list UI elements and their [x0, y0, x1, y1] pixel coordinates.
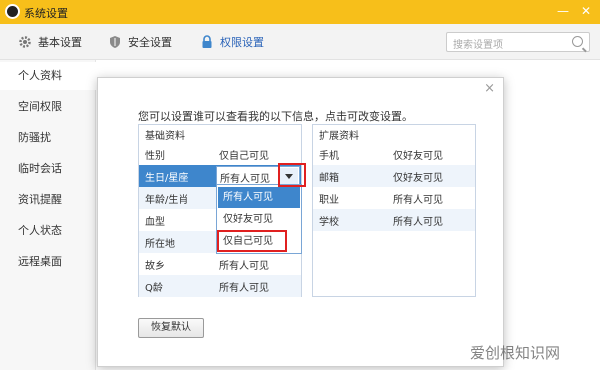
settings-toolbar: 基本设置 安全设置 权限设置 搜索设置项 — [0, 24, 600, 60]
table-row[interactable]: Q龄 所有人可见 — [139, 275, 301, 297]
tab-security-settings[interactable]: 安全设置 — [108, 34, 172, 50]
search-icon[interactable] — [572, 36, 583, 47]
field-label: 所在地 — [145, 239, 175, 250]
field-visibility: 仅好友可见 — [393, 173, 443, 184]
panel-title: 基础资料 — [145, 131, 185, 142]
sidebar-item-news-reminder[interactable]: 资讯提醒 — [0, 186, 96, 214]
sidebar-item-profile[interactable]: 个人资料 — [0, 62, 96, 90]
field-label: 邮箱 — [319, 173, 339, 184]
title-bar: 系统设置 — ✕ — [0, 0, 600, 24]
field-label: 手机 — [319, 151, 339, 162]
field-label: 性别 — [145, 151, 165, 162]
tab-label: 安全设置 — [128, 36, 172, 49]
close-icon[interactable]: × — [484, 81, 495, 96]
table-row[interactable]: 性别 仅自己可见 — [139, 143, 301, 165]
highlight-arrow-box — [278, 163, 306, 187]
tab-label: 基本设置 — [38, 36, 82, 49]
watermark: 爱创根知识网 — [470, 344, 561, 362]
gear-icon — [18, 35, 32, 49]
tab-permission-settings[interactable]: 权限设置 — [200, 34, 264, 50]
option-friends-only[interactable]: 仅好友可见 — [218, 209, 300, 230]
tab-label: 权限设置 — [220, 36, 264, 49]
panel-title: 扩展资料 — [319, 131, 359, 142]
field-label: 职业 — [319, 195, 339, 206]
minimize-button[interactable]: — — [555, 3, 571, 19]
highlight-option-box — [217, 230, 287, 252]
close-window-button[interactable]: ✕ — [578, 3, 594, 19]
sidebar-item-remote-desktop[interactable]: 远程桌面 — [0, 248, 96, 276]
field-label: 血型 — [145, 217, 165, 228]
table-row[interactable]: 故乡 所有人可见 — [139, 253, 301, 275]
sidebar-item-personal-status[interactable]: 个人状态 — [0, 217, 96, 245]
app-logo-icon — [5, 4, 20, 19]
restore-defaults-button[interactable]: 恢复默认 — [138, 318, 204, 338]
sidebar-item-temp-session[interactable]: 临时会话 — [0, 155, 96, 183]
table-row[interactable]: 邮箱 仅好友可见 — [313, 165, 475, 187]
sidebar: 个人资料 空间权限 防骚扰 临时会话 资讯提醒 个人状态 远程桌面 — [0, 60, 96, 370]
field-label: 年龄/生肖 — [145, 195, 189, 206]
field-visibility: 所有人可见 — [393, 217, 443, 228]
table-row[interactable]: 学校 所有人可见 — [313, 209, 475, 231]
tab-basic-settings[interactable]: 基本设置 — [18, 34, 82, 50]
field-visibility: 所有人可见 — [219, 283, 269, 294]
field-visibility: 仅好友可见 — [393, 151, 443, 162]
field-label: 生日/星座 — [145, 173, 189, 184]
field-label: 故乡 — [145, 261, 165, 272]
search-placeholder: 搜索设置项 — [453, 40, 503, 51]
field-visibility: 所有人可见 — [219, 261, 269, 272]
lock-icon — [200, 35, 214, 49]
extended-info-panel: 扩展资料 手机 仅好友可见 邮箱 仅好友可见 职业 所有人可见 学校 所有人可见 — [312, 124, 476, 297]
table-row[interactable]: 职业 所有人可见 — [313, 187, 475, 209]
right-strip — [580, 60, 600, 370]
table-row[interactable]: 手机 仅好友可见 — [313, 143, 475, 165]
field-visibility: 所有人可见 — [393, 195, 443, 206]
sidebar-item-anti-harassment[interactable]: 防骚扰 — [0, 124, 96, 152]
shield-icon — [108, 35, 122, 49]
option-everyone[interactable]: 所有人可见 — [218, 187, 300, 208]
window-title: 系统设置 — [24, 7, 68, 20]
sidebar-item-space-permission[interactable]: 空间权限 — [0, 93, 96, 121]
dialog-intro: 您可以设置谁可以查看我的以下信息，点击可改变设置。 — [138, 110, 413, 123]
field-label: Q龄 — [145, 283, 163, 294]
select-value: 所有人可见 — [220, 174, 270, 185]
field-label: 学校 — [319, 217, 339, 228]
search-input[interactable]: 搜索设置项 — [446, 32, 590, 52]
field-visibility: 仅自己可见 — [219, 151, 269, 162]
